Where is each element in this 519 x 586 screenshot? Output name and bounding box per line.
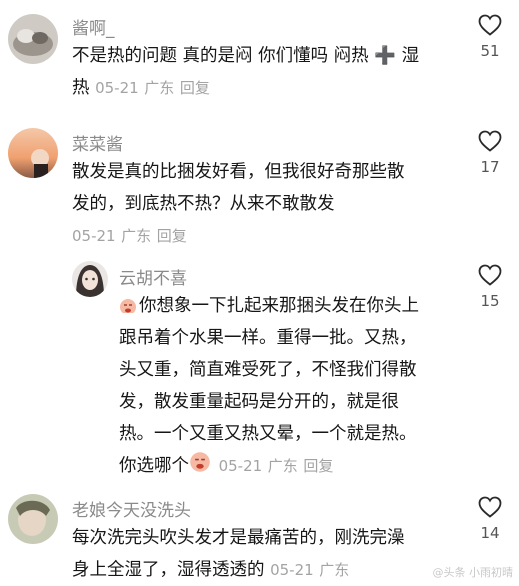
heart-icon — [478, 14, 502, 36]
like-count: 14 — [480, 524, 500, 542]
comment-text: 不是热的问题 真的是闷 你们懂吗 闷热 ➕ 湿 热 05-21 广东 回复 — [72, 46, 420, 98]
crying-emoji-icon — [119, 295, 137, 313]
crying-emoji-icon — [189, 451, 211, 473]
heart-icon — [478, 496, 502, 518]
comment-text: 每次洗完头吹头发才是最痛苦的，刚洗完澡 身上全湿了，湿得透透的 05-21 广东 — [72, 528, 405, 580]
comment-location: 广东 — [121, 227, 152, 245]
like-count: 17 — [480, 158, 500, 176]
heart-icon — [478, 130, 502, 152]
like-count: 15 — [480, 292, 500, 310]
watermark: @头条 小雨初晴 — [432, 566, 514, 579]
username[interactable]: 老娘今天没洗头 — [72, 496, 191, 521]
comment-location: 广东 — [319, 561, 350, 579]
username[interactable]: 酱啊_ — [72, 14, 115, 39]
comment-date: 05-21 — [218, 457, 263, 475]
reply-button[interactable]: 回复 — [157, 227, 187, 245]
comment-text: 散发是真的比捆发好看，但我很好奇那些散 发的，到底热不热？从来不敢散发 05-2… — [72, 162, 405, 245]
like-button[interactable]: 51 — [470, 14, 510, 60]
like-button[interactable]: 17 — [470, 130, 510, 176]
avatar[interactable] — [72, 261, 108, 297]
username[interactable]: 云胡不喜 — [119, 264, 187, 289]
avatar[interactable] — [8, 14, 58, 64]
comment-date: 05-21 — [72, 227, 116, 245]
heart-icon — [478, 264, 502, 286]
avatar[interactable] — [8, 128, 58, 178]
comment-location: 广东 — [267, 457, 298, 475]
reply-button[interactable]: 回复 — [303, 457, 333, 475]
avatar[interactable] — [8, 494, 58, 544]
comment-date: 05-21 — [270, 561, 314, 579]
username[interactable]: 菜菜酱 — [72, 130, 123, 155]
comment-date: 05-21 — [95, 79, 139, 97]
like-count: 51 — [480, 42, 500, 60]
like-button[interactable]: 15 — [470, 264, 510, 310]
like-button[interactable]: 14 — [470, 496, 510, 542]
comment-text: 你想象一下扎起来那捆头发在你头上 跟吊着个水果一样。重得一批。又热， 头又重，简… — [119, 295, 419, 476]
reply-button[interactable]: 回复 — [180, 79, 210, 97]
comment-location: 广东 — [144, 79, 175, 97]
